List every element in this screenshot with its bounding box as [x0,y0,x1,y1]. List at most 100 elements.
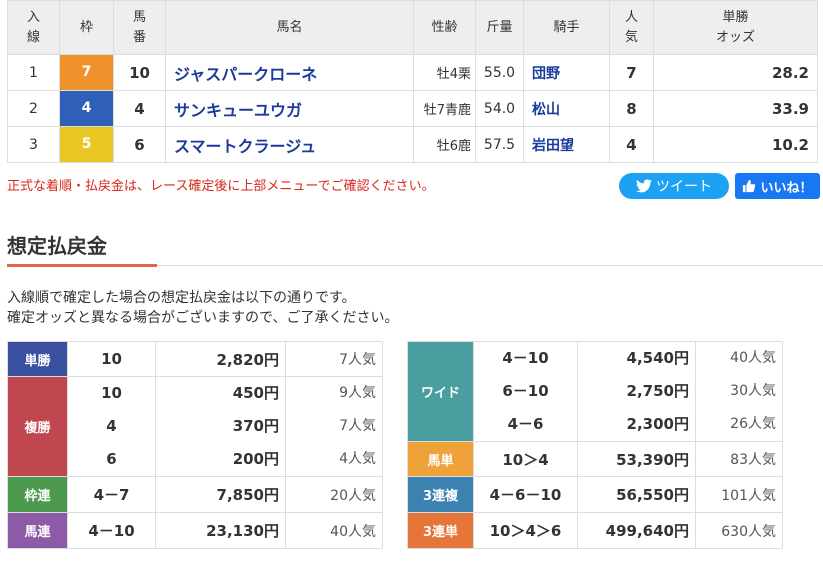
umaban-cell: 4 [113,90,166,127]
payout-cell: 2,820円 [155,341,286,377]
payout-value: 200円 [232,450,279,468]
header-sex-age: 性齢 [413,0,476,55]
arrival-cell: 2 [7,90,60,127]
combo-value: 6 [106,450,117,468]
arrival-cell: 1 [7,54,60,91]
combo-cell: 4－10 [67,512,156,549]
bet-type-label: 複勝 [7,376,68,477]
twitter-bird-icon [636,179,652,193]
popularity-cell: 40人気 [285,512,383,549]
waku-badge: 5 [60,127,113,162]
combo-cell: 4－7 [67,476,156,513]
jockey-link[interactable]: 松山 [523,90,610,127]
payout-table-left: 単勝 10 2,820円 7人気 複勝 10 4 6 450円 370円 200… [7,341,383,549]
popularity-cell: 7 [609,54,654,91]
combo-cell: 10＞4＞6 [473,512,578,549]
header-arrival: 入 線 [7,0,60,55]
payout-cell: 53,390円 [577,441,696,477]
payout-row-wakuren: 枠連 4－7 7,850円 20人気 [7,476,383,513]
weight-cell: 55.0 [475,54,524,91]
odds-cell: 10.2 [653,126,818,163]
payout-cell: 23,130円 [155,512,286,549]
sex-age-cell: 牡7青鹿 [413,90,476,127]
results-header-row: 入 線 枠 馬 番 馬名 性齢 斤量 騎手 人 気 単勝 オッズ [7,0,818,55]
tweet-button[interactable]: ツイート [619,173,729,199]
payout-row-sanrenpuku: 3連複 4－6－10 56,550円 101人気 [407,476,783,513]
payout-cell: 450円 370円 200円 [155,376,286,477]
weight-cell: 54.0 [475,90,524,127]
payout-cell: 56,550円 [577,476,696,513]
combo-cell: 10＞4 [473,441,578,477]
waku-cell: 5 [59,126,114,163]
section-accent-line [7,264,157,267]
header-umaban: 馬 番 [113,0,166,55]
waku-badge: 7 [60,55,113,90]
header-popularity: 人 気 [609,0,654,55]
popularity-cell: 630人気 [695,512,783,549]
popularity-value: 9人気 [339,385,376,401]
odds-cell: 28.2 [653,54,818,91]
payout-row-tansho: 単勝 10 2,820円 7人気 [7,341,383,377]
waku-cell: 4 [59,90,114,127]
weight-cell: 57.5 [475,126,524,163]
jockey-link[interactable]: 団野 [523,54,610,91]
desc-line: 入線順で確定した場合の想定払戻金は以下の通りです。 [7,290,356,306]
bet-type-label: 単勝 [7,341,68,377]
horse-name-link[interactable]: スマートクラージュ [165,126,414,163]
table-row: 3 5 6 スマートクラージュ 牡6鹿 57.5 岩田望 4 10.2 [7,126,818,163]
payout-value: 2,300円 [626,415,689,433]
popularity-value: 7人気 [339,418,376,434]
like-button[interactable]: いいね！ [735,173,820,199]
payout-row-sanrentan: 3連単 10＞4＞6 499,640円 630人気 [407,512,783,549]
sex-age-cell: 牡4栗 [413,54,476,91]
combo-value: 10 [101,384,122,402]
header-jockey: 騎手 [523,0,610,55]
section-title: 想定払戻金 [7,234,107,258]
bet-type-label: 馬単 [407,441,474,477]
popularity-cell: 8 [609,90,654,127]
popularity-cell: 9人気 7人気 4人気 [285,376,383,477]
popularity-value: 26人気 [730,416,776,432]
like-label: いいね！ [760,180,813,196]
bet-type-label: 3連複 [407,476,474,513]
official-result-notice: 正式な着順・払戻金は、レース確定後に上部メニューでご確認ください。 [7,179,435,194]
umaban-cell: 10 [113,54,166,91]
payout-row-umaren: 馬連 4－10 23,130円 40人気 [7,512,383,549]
jockey-link[interactable]: 岩田望 [523,126,610,163]
combo-cell: 4－6－10 [473,476,578,513]
arrival-cell: 3 [7,126,60,163]
header-horse-name: 馬名 [165,0,414,55]
header-weight: 斤量 [475,0,524,55]
bet-type-label: 馬連 [7,512,68,549]
popularity-cell: 20人気 [285,476,383,513]
combo-cell: 10 4 6 [67,376,156,477]
payout-table-right: ワイド 4－10 6－10 4－6 4,540円 2,750円 2,300円 4… [407,341,783,549]
payout-value: 370円 [232,417,279,435]
payout-cell: 7,850円 [155,476,286,513]
payout-row-fukusho: 複勝 10 4 6 450円 370円 200円 9人気 7人気 4人気 [7,376,383,477]
table-row: 2 4 4 サンキューユウガ 牡7青鹿 54.0 松山 8 33.9 [7,90,818,127]
desc-line: 確定オッズと異なる場合がございますので、ご了承ください。 [7,310,399,326]
payout-cell: 499,640円 [577,512,696,549]
popularity-value: 30人気 [730,383,776,399]
bet-type-label: ワイド [407,341,474,442]
sex-age-cell: 牡6鹿 [413,126,476,163]
combo-value: 6－10 [502,382,549,400]
umaban-cell: 6 [113,126,166,163]
popularity-cell: 7人気 [285,341,383,377]
header-win-odds: 単勝 オッズ [653,0,818,55]
combo-cell: 4－10 6－10 4－6 [473,341,578,442]
payout-value: 2,750円 [626,382,689,400]
popularity-cell: 40人気 30人気 26人気 [695,341,783,442]
horse-name-link[interactable]: ジャスパークローネ [165,54,414,91]
payout-cell: 4,540円 2,750円 2,300円 [577,341,696,442]
odds-cell: 33.9 [653,90,818,127]
payout-value: 450円 [232,384,279,402]
payout-row-umatan: 馬単 10＞4 53,390円 83人気 [407,441,783,477]
payout-value: 4,540円 [626,349,689,367]
popularity-cell: 4 [609,126,654,163]
popularity-value: 4人気 [339,451,376,467]
table-row: 1 7 10 ジャスパークローネ 牡4栗 55.0 団野 7 28.2 [7,54,818,91]
waku-cell: 7 [59,54,114,91]
horse-name-link[interactable]: サンキューユウガ [165,90,414,127]
